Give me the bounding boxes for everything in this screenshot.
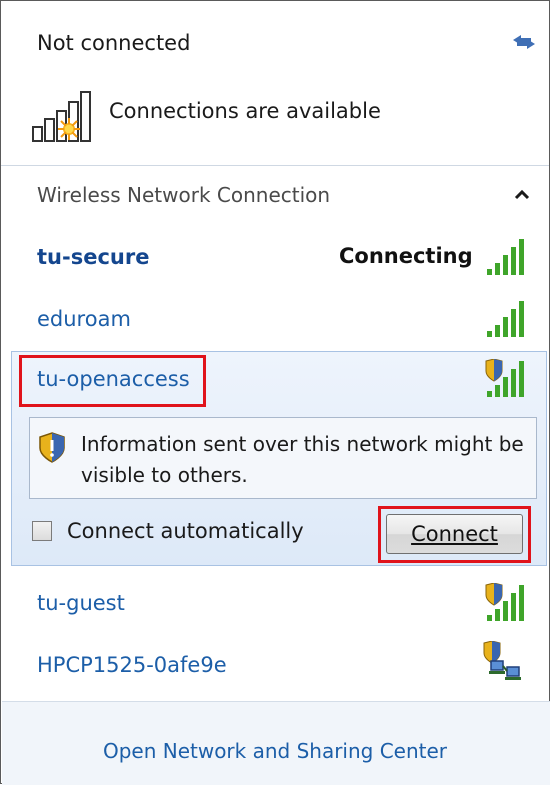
network-hpcp1525[interactable]: HPCP1525-0afe9e: [37, 653, 227, 677]
signal-bars-icon: [487, 301, 524, 337]
ad-hoc-network-icon: [483, 641, 521, 680]
connection-status-title: Not connected: [37, 31, 191, 55]
section-title: Wireless Network Connection: [37, 183, 331, 207]
refresh-icon[interactable]: [509, 29, 539, 55]
network-flyout: Not connected Connections are available …: [0, 0, 550, 785]
connect-button-label: Connect: [411, 522, 498, 546]
network-status-connecting: Connecting: [339, 244, 473, 268]
network-tu-guest[interactable]: tu-guest: [37, 591, 125, 615]
connections-available-text: Connections are available: [109, 99, 381, 123]
signal-bars-icon: [487, 239, 524, 275]
network-sharing-center-link[interactable]: Open Network and Sharing Center: [1, 739, 549, 763]
network-eduroam[interactable]: eduroam: [37, 307, 131, 331]
network-tu-secure[interactable]: tu-secure: [37, 245, 149, 269]
highlight-box-network: [19, 355, 206, 407]
collapse-chevron-icon[interactable]: [509, 183, 535, 205]
security-warning-text: Information sent over this network might…: [81, 432, 524, 487]
divider: [1, 165, 549, 166]
connect-automatically-label[interactable]: Connect automatically: [67, 519, 304, 543]
secured-signal-icon: [485, 583, 524, 621]
wireless-unavailable-icon: [32, 91, 91, 142]
connect-button[interactable]: Connect: [386, 514, 523, 554]
secured-signal-icon: [485, 359, 524, 397]
shield-icon: [39, 432, 65, 463]
connect-automatically-checkbox[interactable]: [32, 521, 52, 541]
